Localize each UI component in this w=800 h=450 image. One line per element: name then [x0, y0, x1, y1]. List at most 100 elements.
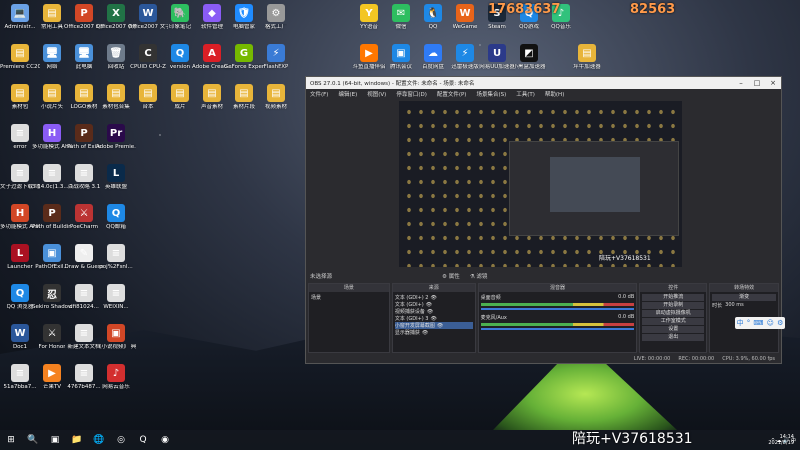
eye-icon[interactable]: 👁: [426, 302, 432, 308]
taskbar-app-icon[interactable]: ▣: [47, 433, 63, 447]
source-item[interactable]: 文本 (GDI+) 3 👁: [395, 315, 473, 323]
taskbar-app-icon[interactable]: ◉: [157, 433, 173, 447]
desktop-icon[interactable]: 🐧 QQ: [416, 4, 450, 31]
desktop-icon[interactable]: ▣ 《小说视频》 典藏图册...: [96, 324, 136, 351]
obs-title-bar[interactable]: OBS 27.0.1 (64-bit, windows) - 配置文件: 未命名…: [306, 77, 781, 89]
obs-menu-item[interactable]: 配置文件(P): [437, 90, 467, 98]
ime-bar-item[interactable]: 中: [737, 318, 744, 328]
source-item[interactable]: 显示器捕获 👁: [395, 329, 473, 337]
transition-type-select[interactable]: 渐变: [712, 294, 776, 301]
obs-window[interactable]: OBS 27.0.1 (64-bit, windows) - 配置文件: 未命名…: [305, 76, 782, 364]
control-button[interactable]: 工作室模式: [642, 318, 705, 325]
taskbar-app-icon[interactable]: 🔍: [25, 433, 41, 447]
desktop-icon[interactable]: ♪ 网易云音乐: [99, 364, 133, 391]
desktop-icon[interactable]: ≡ 百战攻略 3.1: [67, 164, 101, 191]
desktop-icon[interactable]: ▤ 素材包: [3, 84, 37, 111]
desktop-icon[interactable]: Y YY语音: [352, 4, 386, 31]
desktop-icon[interactable]: ▤ 台本: [131, 84, 165, 111]
desktop-icon[interactable]: ▤ 成片: [163, 84, 197, 111]
desktop-icon[interactable]: P Path of Building: [32, 204, 72, 231]
ime-bar-item[interactable]: ⚙: [777, 319, 783, 327]
ime-bar-item[interactable]: °: [747, 319, 751, 327]
desktop-icon[interactable]: 🖥 此电脑: [67, 44, 101, 71]
obs-menu-item[interactable]: 文件(F): [310, 90, 328, 98]
obs-menu-item[interactable]: 编辑(E): [338, 90, 357, 98]
desktop-icon[interactable]: ≡ poj%2Fsnl...: [99, 244, 133, 271]
desktop-icon[interactable]: ▤ 视频素材: [259, 84, 293, 111]
desktop-icon[interactable]: Q QQ邮箱: [99, 204, 133, 231]
desktop-icon[interactable]: 💻 Administr...: [3, 4, 37, 31]
desktop-icon[interactable]: Pr Adobe Premie...: [96, 124, 136, 151]
desktop-icon[interactable]: ▤ 素材包合集: [99, 84, 133, 111]
desktop-icon[interactable]: H 多功能模式 AHK: [32, 124, 72, 151]
eye-icon[interactable]: 👁: [430, 295, 436, 301]
desktop-icon[interactable]: ⚔ PoeCharm: [67, 204, 101, 231]
ime-bar-item[interactable]: ☺: [767, 319, 774, 327]
desktop-icon[interactable]: ≡ WEIXIN...: [99, 284, 133, 311]
desktop-icon[interactable]: ▶ 芒果TV: [35, 364, 69, 391]
desktop-icon[interactable]: W Office2007 文字: [128, 4, 168, 31]
eye-icon[interactable]: 👁: [430, 316, 436, 322]
taskbar-app-icon[interactable]: ⊞: [3, 433, 19, 447]
control-button[interactable]: 开始录制: [642, 302, 705, 309]
desktop-icon[interactable]: ⚡ 迅雷极速版: [448, 44, 482, 71]
desktop-icon[interactable]: ▤ LOGO素材: [67, 84, 101, 111]
obs-menu-item[interactable]: 帮助(H): [545, 90, 564, 98]
taskbar-app-icon[interactable]: 📁: [69, 433, 85, 447]
desktop-icon[interactable]: ▤ 声音素材: [195, 84, 229, 111]
desktop-icon[interactable]: ◆ 软件管理: [195, 4, 229, 31]
eye-icon[interactable]: 👁: [437, 323, 443, 329]
desktop-icon[interactable]: U 网易UU加速器: [479, 44, 515, 71]
scene-item[interactable]: 场景: [311, 294, 387, 301]
eye-icon[interactable]: 👁: [427, 309, 433, 315]
volume-slider[interactable]: [480, 328, 635, 330]
desktop-icon[interactable]: ⚡ FlashFXP: [259, 44, 293, 71]
obs-menu-item[interactable]: 场景集合(S): [476, 90, 506, 98]
desktop-icon[interactable]: ✉ 微信: [384, 4, 418, 31]
taskbar-app-icon[interactable]: 🌐: [91, 433, 107, 447]
obs-menu-item[interactable]: 停靠窗口(D): [396, 90, 427, 98]
desktop-icon[interactable]: 🐘 印象笔记: [163, 4, 197, 31]
desktop-icon[interactable]: G GeForce Experience: [224, 44, 264, 71]
source-item[interactable]: 小窗开发屏幕截图 👁: [394, 322, 473, 329]
ime-floating-bar[interactable]: 中 ° ⌨ ☺ ⚙: [735, 317, 785, 329]
desktop-icon[interactable]: L Launcher: [3, 244, 37, 271]
desktop-icon[interactable]: ≡ dfi81024...: [67, 284, 101, 311]
properties-button[interactable]: ⚙ 属性: [442, 272, 460, 280]
control-button[interactable]: 开始推流: [642, 294, 705, 301]
control-button[interactable]: 设置: [642, 326, 705, 333]
desktop-icon[interactable]: 🛡 电脑管家: [227, 4, 261, 31]
desktop-icon[interactable]: ≡ 51a7bba7...: [3, 364, 37, 391]
desktop-icon[interactable]: ☁ 百度网盘: [416, 44, 450, 71]
filters-button[interactable]: ⚗ 滤镜: [470, 272, 488, 280]
source-item[interactable]: 文本 (GDI+) 👁: [395, 301, 473, 309]
desktop-icon[interactable]: ▶ 斗鱼直播伴侣: [352, 44, 386, 71]
desktop-icon[interactable]: 🖥 网络: [35, 44, 69, 71]
desktop-icon[interactable]: ▤ 素材片段: [227, 84, 261, 111]
eye-icon[interactable]: 👁: [422, 330, 428, 336]
desktop-icon[interactable]: ◩ 小黑盒加速器: [512, 44, 546, 71]
control-button[interactable]: 启动虚拟摄像机: [642, 310, 705, 317]
close-icon[interactable]: ×: [765, 79, 781, 87]
desktop-icon[interactable]: ⚔ For Honor: [35, 324, 69, 351]
desktop-icon[interactable]: L 英雄联盟: [99, 164, 133, 191]
desktop-icon[interactable]: C CPUID CPU-Z: [130, 44, 166, 71]
volume-slider[interactable]: [480, 308, 635, 310]
desktop-icon[interactable]: W Doc1: [3, 324, 37, 351]
taskbar-app-icon[interactable]: ◎: [113, 433, 129, 447]
ime-bar-item[interactable]: ⌨: [753, 319, 763, 327]
desktop-icon[interactable]: 🗑 回收站: [99, 44, 133, 71]
maximize-icon[interactable]: □: [749, 79, 765, 87]
desktop-icon[interactable]: ≡ 3.14.0c(1.3... 规则优化...: [32, 164, 72, 191]
desktop-icon[interactable]: ▤ 坪牛加速器: [570, 44, 604, 71]
desktop-icon[interactable]: ≡ 4767b487...: [67, 364, 101, 391]
desktop-icon[interactable]: 忍 Sekiro Shadows...: [32, 284, 72, 311]
control-button[interactable]: 退出: [642, 334, 705, 341]
desktop-icon[interactable]: ▤ 小说片头: [35, 84, 69, 111]
obs-preview[interactable]: 陪玩+V37618531: [399, 101, 682, 267]
duration-field[interactable]: 300 ms: [725, 302, 744, 309]
taskbar-app-icon[interactable]: Q: [135, 433, 151, 447]
desktop-icon[interactable]: W WeGame: [448, 4, 482, 31]
desktop-icon[interactable]: ✎ Draw & Guess: [65, 244, 104, 271]
desktop-icon[interactable]: ⚙ 格式工厂: [259, 4, 293, 31]
